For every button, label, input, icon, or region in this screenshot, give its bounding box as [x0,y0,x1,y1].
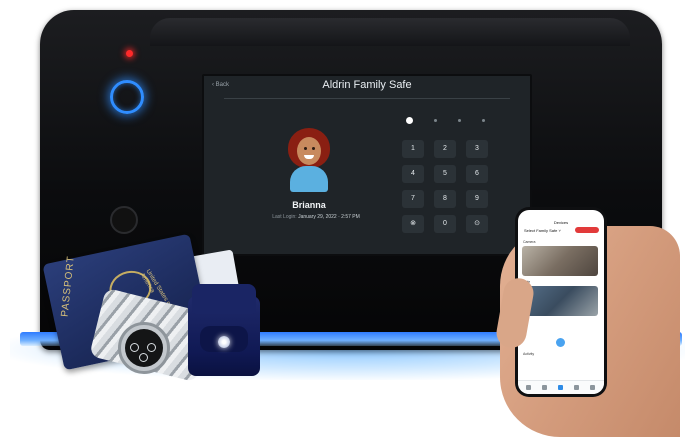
last-login-value: January 29, 2022 · 2:57 PM [298,214,360,220]
section-camera-label: Camera [523,240,536,244]
key-5[interactable]: 5 [434,165,456,183]
watch-face-icon [125,329,163,367]
enter-key[interactable]: ⊙ [466,215,488,233]
title-divider [224,98,510,99]
key-1[interactable]: 1 [402,140,424,158]
pin-dot [482,119,485,122]
phone-tab-bar [518,380,604,394]
key-0[interactable]: 0 [434,215,456,233]
phone-title: Devices [553,220,569,225]
key-8[interactable]: 8 [434,190,456,208]
safe-touchscreen: ‹ Back Aldrin Family Safe Brianna Last L… [202,74,532,256]
key-4[interactable]: 4 [402,165,424,183]
diamond-ring-icon [218,336,230,348]
user-name: Brianna [292,200,326,210]
key-9[interactable]: 9 [466,190,488,208]
section-activity-label: Activity [523,352,535,356]
pin-dot [458,119,461,122]
fingerprint-ring-button[interactable] [110,80,144,114]
pin-dot [434,119,437,122]
pin-keypad: 1 2 3 4 5 6 7 8 9 ⊗ 0 ⊙ [400,140,500,240]
tab-home-icon[interactable] [526,385,531,390]
status-led-icon [126,50,133,57]
tab-alerts-icon[interactable] [574,385,579,390]
add-button[interactable] [556,338,565,347]
last-login: Last Login: January 29, 2022 · 2:57 PM [246,214,386,220]
ring-box-lid [192,284,256,314]
tab-devices-icon[interactable] [542,385,547,390]
safe-top-bevel [150,18,630,46]
tab-camera-icon[interactable] [558,385,563,390]
safe-selector[interactable]: Select Family Safe ˅ [524,228,561,233]
key-3[interactable]: 3 [466,140,488,158]
pin-indicator [404,116,494,126]
key-2[interactable]: 2 [434,140,456,158]
pin-dot [406,117,413,124]
clear-key[interactable]: ⊗ [402,215,424,233]
safe-knob[interactable] [110,206,138,234]
user-avatar [286,128,332,194]
camera-feed-card[interactable] [522,246,598,276]
key-7[interactable]: 7 [402,190,424,208]
passport-label: PASSPORT [59,255,77,318]
phone-action-button[interactable] [575,227,599,233]
key-6[interactable]: 6 [466,165,488,183]
last-login-label: Last Login: [272,214,297,220]
screen-title: Aldrin Family Safe [322,79,412,91]
tab-profile-icon[interactable] [590,385,595,390]
